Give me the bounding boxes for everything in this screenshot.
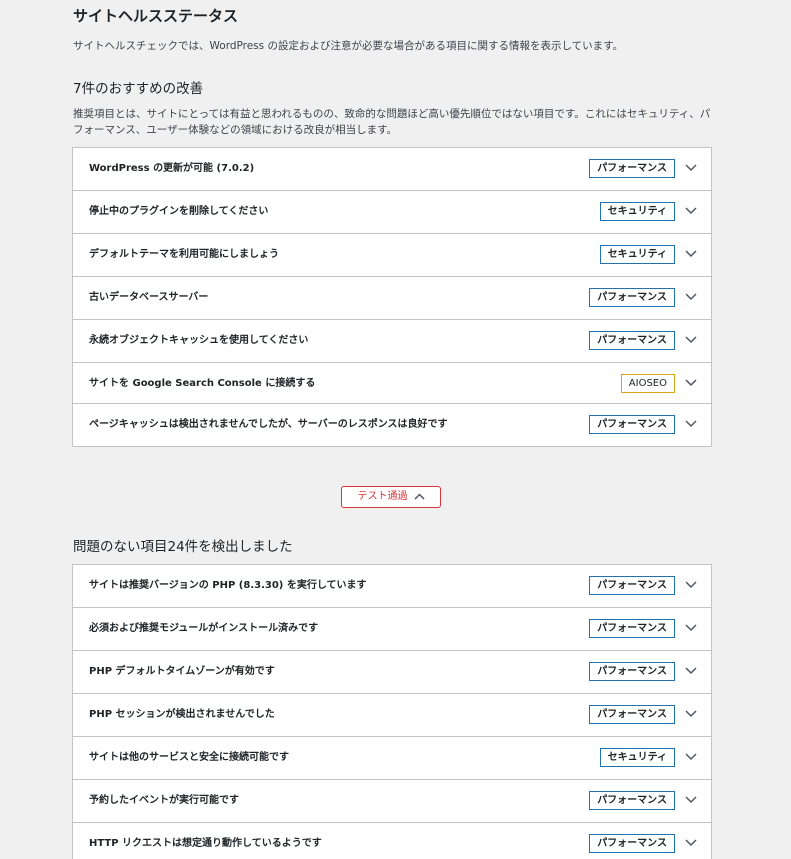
recommended-item-label: 古いデータベースサーバー	[89, 292, 209, 303]
performance-badge: パフォーマンス	[589, 288, 675, 307]
passed-item[interactable]: サイトは推奨バージョンの PHP (8.3.30) を実行しています パフォーマ…	[73, 565, 711, 608]
performance-badge: パフォーマンス	[589, 576, 675, 595]
chevron-down-icon[interactable]	[685, 207, 697, 215]
chevron-down-icon[interactable]	[685, 293, 697, 301]
passed-heading: 問題のない項目24件を検出しました	[73, 539, 293, 555]
recommended-heading: 7件のおすすめの改善	[73, 81, 204, 97]
recommended-item-label: デフォルトテーマを利用可能にしましょう	[89, 249, 279, 260]
passed-item-label: 必須および推奨モジュールがインストール済みです	[89, 623, 319, 634]
passed-item-label: PHP デフォルトタイムゾーンが有効です	[89, 666, 275, 677]
recommended-item[interactable]: WordPress の更新が可能 (7.0.2) パフォーマンス	[73, 148, 711, 191]
passed-tests-toggle-button[interactable]: テスト通過	[341, 486, 441, 508]
recommended-item[interactable]: 古いデータベースサーバー パフォーマンス	[73, 277, 711, 320]
recommended-item[interactable]: 停止中のプラグインを削除してください セキュリティ	[73, 191, 711, 234]
chevron-down-icon[interactable]	[685, 839, 697, 847]
chevron-down-icon[interactable]	[685, 710, 697, 718]
page-title: サイトヘルスステータス	[73, 7, 239, 25]
passed-list: サイトは推奨バージョンの PHP (8.3.30) を実行しています パフォーマ…	[72, 564, 712, 859]
performance-badge: パフォーマンス	[589, 662, 675, 681]
chevron-down-icon[interactable]	[685, 164, 697, 172]
passed-item-label: サイトは推奨バージョンの PHP (8.3.30) を実行しています	[89, 580, 367, 591]
performance-badge: パフォーマンス	[589, 619, 675, 638]
chevron-down-icon[interactable]	[685, 336, 697, 344]
passed-tests-toggle-label: テスト通過	[357, 491, 408, 502]
passed-item[interactable]: サイトは他のサービスと安全に接続可能です セキュリティ	[73, 737, 711, 780]
security-badge: セキュリティ	[599, 245, 675, 264]
chevron-down-icon[interactable]	[685, 667, 697, 675]
passed-item[interactable]: HTTP リクエストは想定通り動作しているようです パフォーマンス	[73, 823, 711, 859]
recommended-list: WordPress の更新が可能 (7.0.2) パフォーマンス 停止中のプラグ…	[72, 147, 712, 447]
chevron-down-icon[interactable]	[685, 581, 697, 589]
recommended-item-label: サイトを Google Search Console に接続する	[89, 378, 316, 389]
passed-item-label: 予約したイベントが実行可能です	[89, 795, 239, 806]
passed-item-label: HTTP リクエストは想定通り動作しているようです	[89, 838, 322, 849]
recommended-item-label: ページキャッシュは検出されませんでしたが、サーバーのレスポンスは良好です	[89, 419, 448, 430]
security-badge: セキュリティ	[599, 748, 675, 767]
security-badge: セキュリティ	[599, 202, 675, 221]
performance-badge: パフォーマンス	[589, 705, 675, 724]
recommended-description: 推奨項目とは、サイトにとっては有益と思われるものの、致命的な問題ほど高い優先順位…	[73, 108, 711, 136]
performance-badge: パフォーマンス	[589, 331, 675, 350]
recommended-item[interactable]: 永続オブジェクトキャッシュを使用してください パフォーマンス	[73, 320, 711, 363]
chevron-down-icon[interactable]	[685, 379, 697, 387]
recommended-item[interactable]: デフォルトテーマを利用可能にしましょう セキュリティ	[73, 234, 711, 277]
performance-badge: パフォーマンス	[589, 415, 675, 434]
chevron-down-icon[interactable]	[685, 420, 697, 428]
performance-badge: パフォーマンス	[589, 791, 675, 810]
chevron-down-icon[interactable]	[685, 624, 697, 632]
chevron-down-icon[interactable]	[685, 796, 697, 804]
performance-badge: パフォーマンス	[589, 159, 675, 178]
chevron-down-icon[interactable]	[685, 753, 697, 761]
recommended-item-label: WordPress の更新が可能 (7.0.2)	[89, 163, 255, 174]
passed-item-label: サイトは他のサービスと安全に接続可能です	[89, 752, 289, 763]
passed-item[interactable]: PHP デフォルトタイムゾーンが有効です パフォーマンス	[73, 651, 711, 694]
passed-item[interactable]: PHP セッションが検出されませんでした パフォーマンス	[73, 694, 711, 737]
passed-item-label: PHP セッションが検出されませんでした	[89, 709, 275, 720]
recommended-item-label: 停止中のプラグインを削除してください	[89, 206, 269, 217]
site-health-page: サイトヘルスステータス サイトヘルスチェックでは、WordPress の設定およ…	[0, 0, 791, 859]
passed-item[interactable]: 必須および推奨モジュールがインストール済みです パフォーマンス	[73, 608, 711, 651]
page-description: サイトヘルスチェックでは、WordPress の設定および注意が必要な場合がある…	[73, 40, 624, 52]
passed-item[interactable]: 予約したイベントが実行可能です パフォーマンス	[73, 780, 711, 823]
recommended-item[interactable]: サイトを Google Search Console に接続する AIOSEO	[73, 363, 711, 404]
performance-badge: パフォーマンス	[589, 834, 675, 853]
recommended-item-label: 永続オブジェクトキャッシュを使用してください	[89, 335, 309, 346]
aioseo-badge: AIOSEO	[620, 374, 675, 393]
chevron-down-icon[interactable]	[685, 250, 697, 258]
chevron-up-icon	[413, 492, 425, 500]
recommended-item[interactable]: ページキャッシュは検出されませんでしたが、サーバーのレスポンスは良好です パフォ…	[73, 404, 711, 446]
